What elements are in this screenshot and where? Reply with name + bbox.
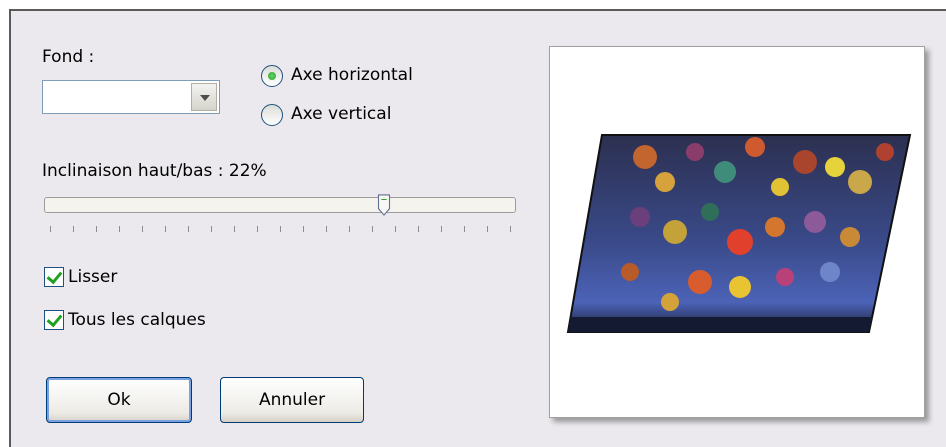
axe-horizontal-radio[interactable] xyxy=(261,65,283,87)
slider-tick xyxy=(211,226,212,232)
slider-tick xyxy=(280,226,281,232)
slider-tick xyxy=(372,226,373,232)
preview-image xyxy=(566,134,912,333)
inclinaison-label: Inclinaison haut/bas : 22% xyxy=(42,161,267,181)
fond-select[interactable] xyxy=(42,80,220,114)
slider-tick xyxy=(510,226,511,232)
skew-dialog: Fond : Axe horizontal Axe vertical Incli… xyxy=(9,9,946,447)
slider-tick xyxy=(96,226,97,232)
slider-tick xyxy=(464,226,465,232)
slider-tick xyxy=(326,226,327,232)
slider-tick xyxy=(303,226,304,232)
slider-tick xyxy=(234,226,235,232)
slider-tick xyxy=(119,226,120,232)
slider-tick xyxy=(73,226,74,232)
slider-tick xyxy=(142,226,143,232)
axe-vertical-label[interactable]: Axe vertical xyxy=(291,104,391,124)
ok-button[interactable]: Ok xyxy=(46,377,192,423)
slider-tick xyxy=(50,226,51,232)
slider-tick xyxy=(165,226,166,232)
tous-calques-label[interactable]: Tous les calques xyxy=(68,310,206,330)
preview-panel xyxy=(549,46,925,418)
tous-calques-checkbox[interactable] xyxy=(44,310,64,330)
inclinaison-slider-thumb[interactable] xyxy=(377,194,391,216)
slider-tick xyxy=(188,226,189,232)
slider-tick xyxy=(487,226,488,232)
slider-tick xyxy=(418,226,419,232)
chevron-down-icon[interactable] xyxy=(191,83,217,111)
fond-label: Fond : xyxy=(42,47,95,67)
slider-tick xyxy=(395,226,396,232)
axe-horizontal-label[interactable]: Axe horizontal xyxy=(291,65,413,85)
slider-tick xyxy=(257,226,258,232)
axe-vertical-radio[interactable] xyxy=(261,104,283,126)
annuler-button[interactable]: Annuler xyxy=(220,377,364,423)
slider-tick xyxy=(349,226,350,232)
inclinaison-slider-track[interactable] xyxy=(44,197,516,213)
lisser-checkbox[interactable] xyxy=(44,267,64,287)
slider-tick xyxy=(441,226,442,232)
lisser-label[interactable]: Lisser xyxy=(68,267,117,287)
